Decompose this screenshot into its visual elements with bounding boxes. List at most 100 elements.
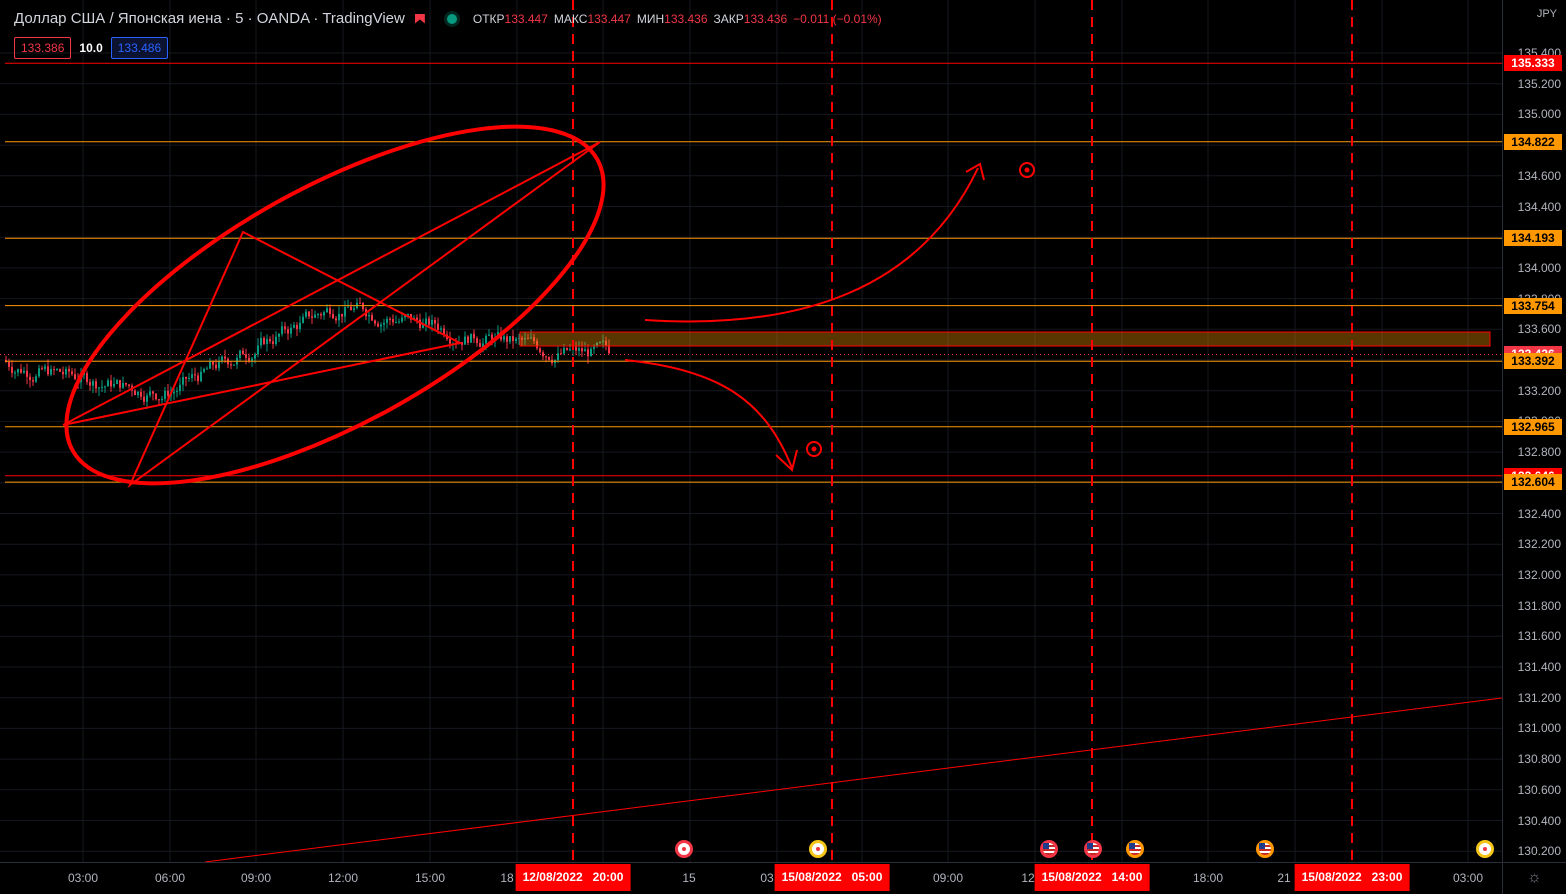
- low-label: МИН: [636, 11, 665, 26]
- candle-body: [383, 322, 385, 325]
- us-event-icon[interactable]: [1084, 840, 1102, 858]
- candle-body: [323, 312, 325, 316]
- candle-body: [68, 368, 70, 372]
- candle-body: [23, 370, 25, 373]
- candle-body: [272, 341, 274, 344]
- candle-body: [287, 329, 289, 334]
- candle-body: [485, 335, 487, 344]
- time-tick-label: 03:00: [1452, 871, 1484, 885]
- candle-body: [62, 371, 64, 375]
- jp-event-icon[interactable]: [675, 840, 693, 858]
- market-status-icon: [446, 13, 457, 24]
- candle-body: [86, 373, 88, 382]
- candle-body: [284, 326, 286, 330]
- candle-body: [476, 338, 478, 344]
- low-value: 133.436: [664, 11, 708, 26]
- jp-event-icon[interactable]: [809, 840, 827, 858]
- candle-body: [233, 364, 235, 366]
- candle-body: [14, 372, 16, 374]
- gear-icon[interactable]: ☼: [1527, 869, 1542, 887]
- chart-pane[interactable]: Доллар США / Японская иена · 5 · OANDA ·…: [0, 0, 1502, 862]
- chart-canvas[interactable]: [0, 0, 1502, 862]
- candle-body: [338, 313, 340, 321]
- candle-body: [158, 399, 160, 401]
- candle-body: [278, 333, 280, 337]
- price-tick-label: 131.000: [1517, 721, 1561, 736]
- time-tick-label: 18: [500, 871, 514, 885]
- candle-body: [59, 369, 61, 372]
- candle-body: [575, 346, 577, 351]
- time-tick-label: 09:00: [932, 871, 964, 885]
- candle-body: [17, 369, 19, 373]
- flag-icon[interactable]: [414, 13, 425, 24]
- us-event-icon[interactable]: [1126, 840, 1144, 858]
- candle-body: [152, 391, 154, 394]
- candle-body: [53, 369, 55, 371]
- candle-body: [548, 356, 550, 360]
- candle-body: [308, 311, 310, 317]
- candle-body: [392, 319, 394, 323]
- candle-body: [44, 366, 46, 369]
- chart-settings[interactable]: ☼: [1502, 862, 1566, 894]
- symbol-legend: Доллар США / Японская иена · 5 · OANDA ·…: [14, 10, 888, 27]
- time-marker-label: 15/08/2022 05:00: [774, 864, 890, 891]
- time-tick-label: 09:00: [240, 871, 272, 885]
- jp-event-icon[interactable]: [1476, 840, 1494, 858]
- currency-label[interactable]: JPY: [1537, 8, 1557, 20]
- target-marker-dot: [1024, 167, 1030, 173]
- price-tick-label: 133.200: [1517, 383, 1561, 398]
- candle-body: [389, 318, 391, 320]
- price-tick-label: 135.000: [1517, 107, 1561, 122]
- candle-body: [506, 336, 508, 342]
- candle-body: [104, 386, 106, 388]
- candle-body: [11, 366, 13, 373]
- price-scale[interactable]: JPY 135.400135.200135.000134.800134.6001…: [1502, 0, 1566, 862]
- candle-body: [368, 315, 370, 317]
- candle-body: [275, 336, 277, 344]
- candle-body: [260, 337, 262, 346]
- candle-body: [74, 374, 76, 380]
- candle-body: [173, 391, 175, 394]
- candle-body: [578, 348, 580, 351]
- buy-button[interactable]: 133.486: [110, 37, 169, 59]
- time-tick-label: 12: [1021, 871, 1035, 885]
- us-event-icon[interactable]: [1256, 840, 1274, 858]
- candle-body: [122, 383, 124, 388]
- candle-body: [359, 302, 361, 304]
- us-event-icon[interactable]: [1040, 840, 1058, 858]
- candle-body: [182, 377, 184, 385]
- candle-body: [116, 380, 118, 384]
- price-tick-label: 134.600: [1517, 168, 1561, 183]
- candle-body: [380, 324, 382, 327]
- candle-body: [434, 319, 436, 324]
- high-value: 133.447: [587, 11, 631, 26]
- symbol-title[interactable]: Доллар США / Японская иена · 5 · OANDA ·…: [14, 10, 405, 27]
- candle-body: [344, 307, 346, 317]
- candle-body: [296, 324, 298, 330]
- candle-body: [26, 370, 28, 377]
- candle-body: [302, 316, 304, 323]
- price-tick-label: 130.800: [1517, 752, 1561, 767]
- price-tick-label: 130.600: [1517, 782, 1561, 797]
- candle-body: [293, 324, 295, 328]
- candle-body: [56, 369, 58, 371]
- price-level-label: 132.604: [1504, 474, 1562, 491]
- candle-body: [119, 380, 121, 388]
- time-scale[interactable]: 03:00 06:00 09:00 12:00 15:00 18 15 03 09:00 12 18…: [0, 862, 1502, 894]
- candle-body: [113, 383, 115, 387]
- price-level-label: 135.333: [1504, 55, 1562, 72]
- candle-body: [464, 336, 466, 345]
- price-tick-label: 130.400: [1517, 813, 1561, 828]
- candle-body: [197, 375, 199, 382]
- candle-body: [335, 318, 337, 321]
- candle-body: [140, 391, 142, 397]
- candle-body: [473, 333, 475, 339]
- candle-body: [350, 306, 352, 311]
- sell-button[interactable]: 133.386: [14, 37, 72, 59]
- candle-body: [347, 306, 349, 308]
- candle-body: [440, 328, 442, 330]
- spread-value: 10.0: [79, 41, 103, 55]
- candle-body: [155, 393, 157, 400]
- candle-body: [590, 348, 592, 357]
- time-tick-label: 18:00: [1192, 871, 1224, 885]
